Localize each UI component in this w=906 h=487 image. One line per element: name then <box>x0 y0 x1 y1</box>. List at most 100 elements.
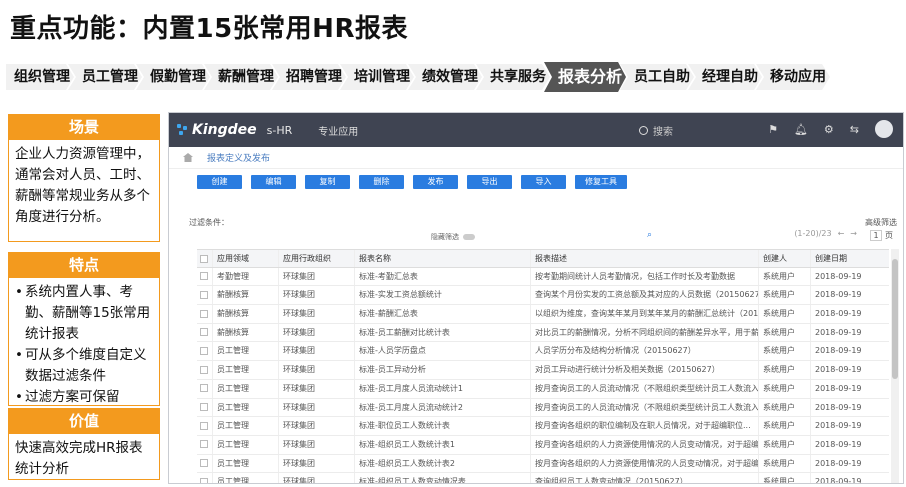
table-row[interactable]: 员工管理 环球集团 标准-员工异动分析 对员工异动进行统计分析及相关数据（201506… <box>197 361 889 380</box>
cell-org: 环球集团 <box>279 286 355 305</box>
module-tab[interactable]: 报表分析 <box>544 62 626 92</box>
table-row[interactable]: 员工管理 环球集团 标准-人员学历盘点 人员学历分布及结构分析情况（20150627）… <box>197 342 889 362</box>
cell-description: 人员学历分布及结构分析情况（20150627） <box>531 342 759 361</box>
report-toolbar: 创建 编辑 复制 删除 发布 导出 导入 修复工具 <box>169 169 903 189</box>
col-header-report-name[interactable]: 报表名称 <box>355 250 531 267</box>
cell-created-date: 2018-09-19 <box>815 439 862 449</box>
cell-report-name[interactable]: 标准-员工月度人员流动统计1 <box>355 379 531 398</box>
cell-report-name[interactable]: 标准-组织员工人数统计表1 <box>355 435 531 454</box>
publish-button[interactable]: 发布 <box>413 175 458 189</box>
table-row[interactable]: 员工管理 环球集团 标准-员工月度人员流动统计2 按月查询员工的人员流动情况（不限组织… <box>197 398 889 418</box>
col-header-created-date[interactable]: 创建日期 <box>811 250 889 267</box>
row-checkbox[interactable] <box>197 454 213 473</box>
table-row[interactable]: 员工管理 环球集团 标准-组织员工人数变动情况表 查询组织员工人数变动情况（20150… <box>197 473 889 483</box>
toggle-switch[interactable] <box>463 234 475 240</box>
cell-domain: 考勤管理 <box>213 267 279 286</box>
cell-description: 查询某个月份实发的工资总额及其对应的人员数据（20150627） <box>531 286 759 305</box>
cell-domain: 薪酬核算 <box>213 286 279 305</box>
select-all-checkbox[interactable] <box>197 250 213 267</box>
col-header-domain[interactable]: 应用领域 <box>213 250 279 267</box>
row-checkbox[interactable] <box>197 342 213 361</box>
module-tab[interactable]: 薪酬管理 <box>204 64 278 90</box>
table-row[interactable]: 员工管理 环球集团 标准-职位员工人数统计表 按月查询各组织的职位编制及在职人员情况，… <box>197 417 889 436</box>
value-text: 快速高效完成HR报表统计分析 <box>15 440 143 477</box>
table-row[interactable]: 考勤管理 环球集团 标准-考勤汇总表 按考勤期间统计人员考勤情况，包括工作时长及考勤数… <box>197 267 889 287</box>
edit-button[interactable]: 编辑 <box>251 175 296 189</box>
home-icon[interactable] <box>183 153 193 162</box>
row-checkbox[interactable] <box>197 435 213 454</box>
filter-search-icon[interactable]: ⌕ <box>647 230 652 240</box>
export-button[interactable]: 导出 <box>467 175 512 189</box>
cell-report-name[interactable]: 标准-考勤汇总表 <box>355 267 531 286</box>
cell-report-name[interactable]: 标准-员工薪酬对比统计表 <box>355 323 531 342</box>
table-header: 应用领域 应用行政组织 报表名称 报表描述 创建人 创建日期 <box>197 249 889 268</box>
module-tab[interactable]: 组织管理 <box>6 64 74 90</box>
cell-domain: 员工管理 <box>213 379 279 398</box>
row-checkbox[interactable] <box>197 267 213 286</box>
page-title: 重点功能：内置15张常用HR报表 <box>10 14 408 44</box>
cell-org: 环球集团 <box>279 342 355 361</box>
shortcut-icon[interactable]: ⇆ <box>850 123 859 136</box>
cell-report-name[interactable]: 标准-人员学历盘点 <box>355 342 531 361</box>
module-tab[interactable]: 员工自助 <box>620 64 694 90</box>
cell-org: 环球集团 <box>279 361 355 379</box>
row-checkbox[interactable] <box>197 473 213 483</box>
cell-report-name[interactable]: 标准-员工月度人员流动统计2 <box>355 398 531 417</box>
col-header-org[interactable]: 应用行政组织 <box>279 250 355 267</box>
cell-created-date: 2018-09-19 <box>815 383 862 393</box>
breadcrumb: 报表定义及发布 <box>169 147 903 169</box>
cell-creator: 系统用户 <box>759 473 811 483</box>
repair-tool-button[interactable]: 修复工具 <box>575 175 627 189</box>
create-button[interactable]: 创建 <box>197 175 242 189</box>
cell-report-name[interactable]: 标准-实发工资总额统计 <box>355 286 531 305</box>
module-tab[interactable]: 经理自助 <box>688 64 762 90</box>
col-header-creator[interactable]: 创建人 <box>759 250 811 267</box>
kingdee-logo[interactable]: Kingdee s-HR <box>177 122 292 138</box>
next-page-icon[interactable]: → <box>850 229 857 238</box>
row-checkbox[interactable] <box>197 361 213 379</box>
cell-description: 按考勤期间统计人员考勤情况，包括工作时长及考勤数据 <box>531 267 759 286</box>
page-number-input[interactable]: 1 <box>870 230 882 241</box>
bell-icon[interactable]: 🔔︎ <box>794 123 808 136</box>
delete-button[interactable]: 删除 <box>359 175 404 189</box>
table-row[interactable]: 员工管理 环球集团 标准-组织员工人数统计表2 按月查询各组织的人力资源使用情况的人员… <box>197 454 889 474</box>
module-tab[interactable]: 员工管理 <box>68 64 142 90</box>
hide-filter-toggle[interactable]: 隐藏筛选 <box>431 232 475 242</box>
cell-report-name[interactable]: 标准-员工异动分析 <box>355 361 531 379</box>
module-tab[interactable]: 移动应用 <box>756 64 830 90</box>
row-checkbox[interactable] <box>197 286 213 305</box>
cell-created-date: 2018-09-19 <box>815 290 862 300</box>
flag-icon[interactable]: ⚑ <box>768 123 778 136</box>
row-checkbox[interactable] <box>197 379 213 398</box>
global-search[interactable]: 搜索 <box>639 123 673 138</box>
cell-report-name[interactable]: 标准-职位员工人数统计表 <box>355 417 531 435</box>
row-checkbox[interactable] <box>197 323 213 342</box>
table-row[interactable]: 薪酬核算 环球集团 标准-薪酬汇总表 以组织为维度，查询某年某月到某年某月的薪酬汇总统… <box>197 305 889 324</box>
cell-report-name[interactable]: 标准-薪酬汇总表 <box>355 305 531 323</box>
row-checkbox[interactable] <box>197 417 213 435</box>
table-row[interactable]: 员工管理 环球集团 标准-组织员工人数统计表1 按月查询各组织的人力资源使用情况的人员… <box>197 435 889 455</box>
settings-icon[interactable]: ⚙ <box>824 123 834 136</box>
row-checkbox[interactable] <box>197 305 213 323</box>
module-tab[interactable]: 假勤管理 <box>136 64 210 90</box>
col-header-description[interactable]: 报表描述 <box>531 250 759 267</box>
table-scrollbar[interactable] <box>891 249 899 483</box>
cell-report-name[interactable]: 标准-组织员工人数变动情况表 <box>355 473 531 483</box>
module-tab[interactable]: 培训管理 <box>340 64 414 90</box>
table-row[interactable]: 员工管理 环球集团 标准-员工月度人员流动统计1 按月查询员工的人员流动情况（不限组织… <box>197 379 889 399</box>
cell-report-name[interactable]: 标准-组织员工人数统计表2 <box>355 454 531 473</box>
advanced-filter-link[interactable]: 高级筛选 <box>865 217 897 228</box>
module-tab[interactable]: 招聘管理 <box>272 64 346 90</box>
module-tab[interactable]: 绩效管理 <box>408 64 482 90</box>
breadcrumb-current[interactable]: 报表定义及发布 <box>207 151 270 164</box>
copy-button[interactable]: 复制 <box>305 175 350 189</box>
scroll-thumb[interactable] <box>892 259 898 379</box>
row-checkbox[interactable] <box>197 398 213 417</box>
module-tab[interactable]: 共享服务 <box>476 64 550 90</box>
table-row[interactable]: 薪酬核算 环球集团 标准-员工薪酬对比统计表 对比员工的薪酬情况，分析不同组织间的薪酬… <box>197 323 889 343</box>
import-button[interactable]: 导入 <box>521 175 566 189</box>
menu-professional-apps[interactable]: 专业应用 <box>318 123 358 138</box>
table-row[interactable]: 薪酬核算 环球集团 标准-实发工资总额统计 查询某个月份实发的工资总额及其对应的人员数… <box>197 286 889 306</box>
avatar[interactable] <box>875 120 893 138</box>
prev-page-icon[interactable]: ← <box>838 229 845 238</box>
